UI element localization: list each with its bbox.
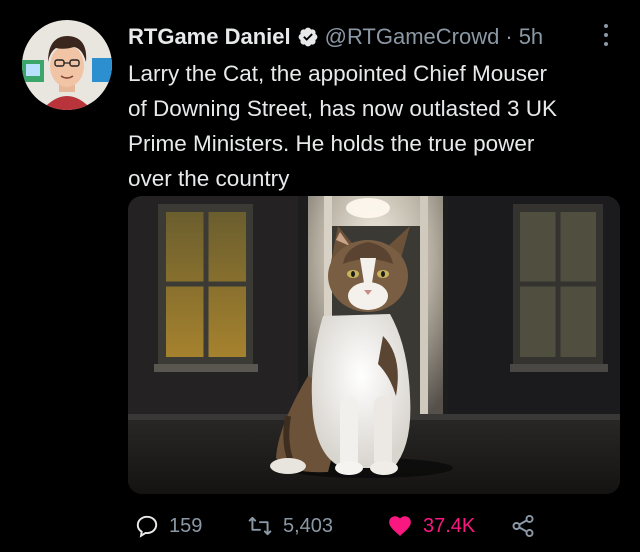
action-bar: 159 5,403 37.4K (128, 508, 608, 544)
tweet-text-line: of Downing Street, has now outlasted 3 U… (128, 96, 557, 121)
like-count: 37.4K (423, 514, 476, 537)
tweet-text-line: Larry the Cat, the appointed Chief Mouse… (128, 61, 547, 86)
reply-button[interactable]: 159 (134, 508, 202, 544)
retweet-icon (248, 516, 272, 536)
tweet-text-line: Prime Ministers. He holds the true power (128, 131, 535, 156)
share-button[interactable] (510, 508, 536, 544)
tweet[interactable]: RTGame Daniel @RTGameCrowd · 5h Larry th… (0, 0, 640, 552)
reply-icon (136, 515, 158, 538)
timestamp[interactable]: 5h (519, 24, 543, 50)
cat-photo (128, 196, 620, 494)
user-handle[interactable]: @RTGameCrowd (325, 24, 500, 50)
more-icon[interactable] (598, 22, 614, 48)
avatar-image (22, 20, 112, 110)
retweet-count: 5,403 (283, 514, 334, 537)
share-icon (512, 514, 534, 538)
display-name[interactable]: RTGame Daniel (128, 24, 291, 50)
tweet-text: Larry the Cat, the appointed Chief Mouse… (128, 56, 618, 196)
verified-badge-icon (298, 27, 318, 47)
tweet-text-line: over the country (128, 166, 290, 191)
like-button[interactable]: 37.4K (386, 508, 475, 544)
separator-dot: · (505, 24, 513, 49)
heart-icon (389, 516, 411, 536)
avatar[interactable] (22, 20, 112, 110)
retweet-button[interactable]: 5,403 (246, 508, 333, 544)
tweet-header: RTGame Daniel @RTGameCrowd · 5h (128, 22, 628, 52)
tweet-photo[interactable] (128, 196, 620, 494)
reply-count: 159 (169, 514, 203, 537)
